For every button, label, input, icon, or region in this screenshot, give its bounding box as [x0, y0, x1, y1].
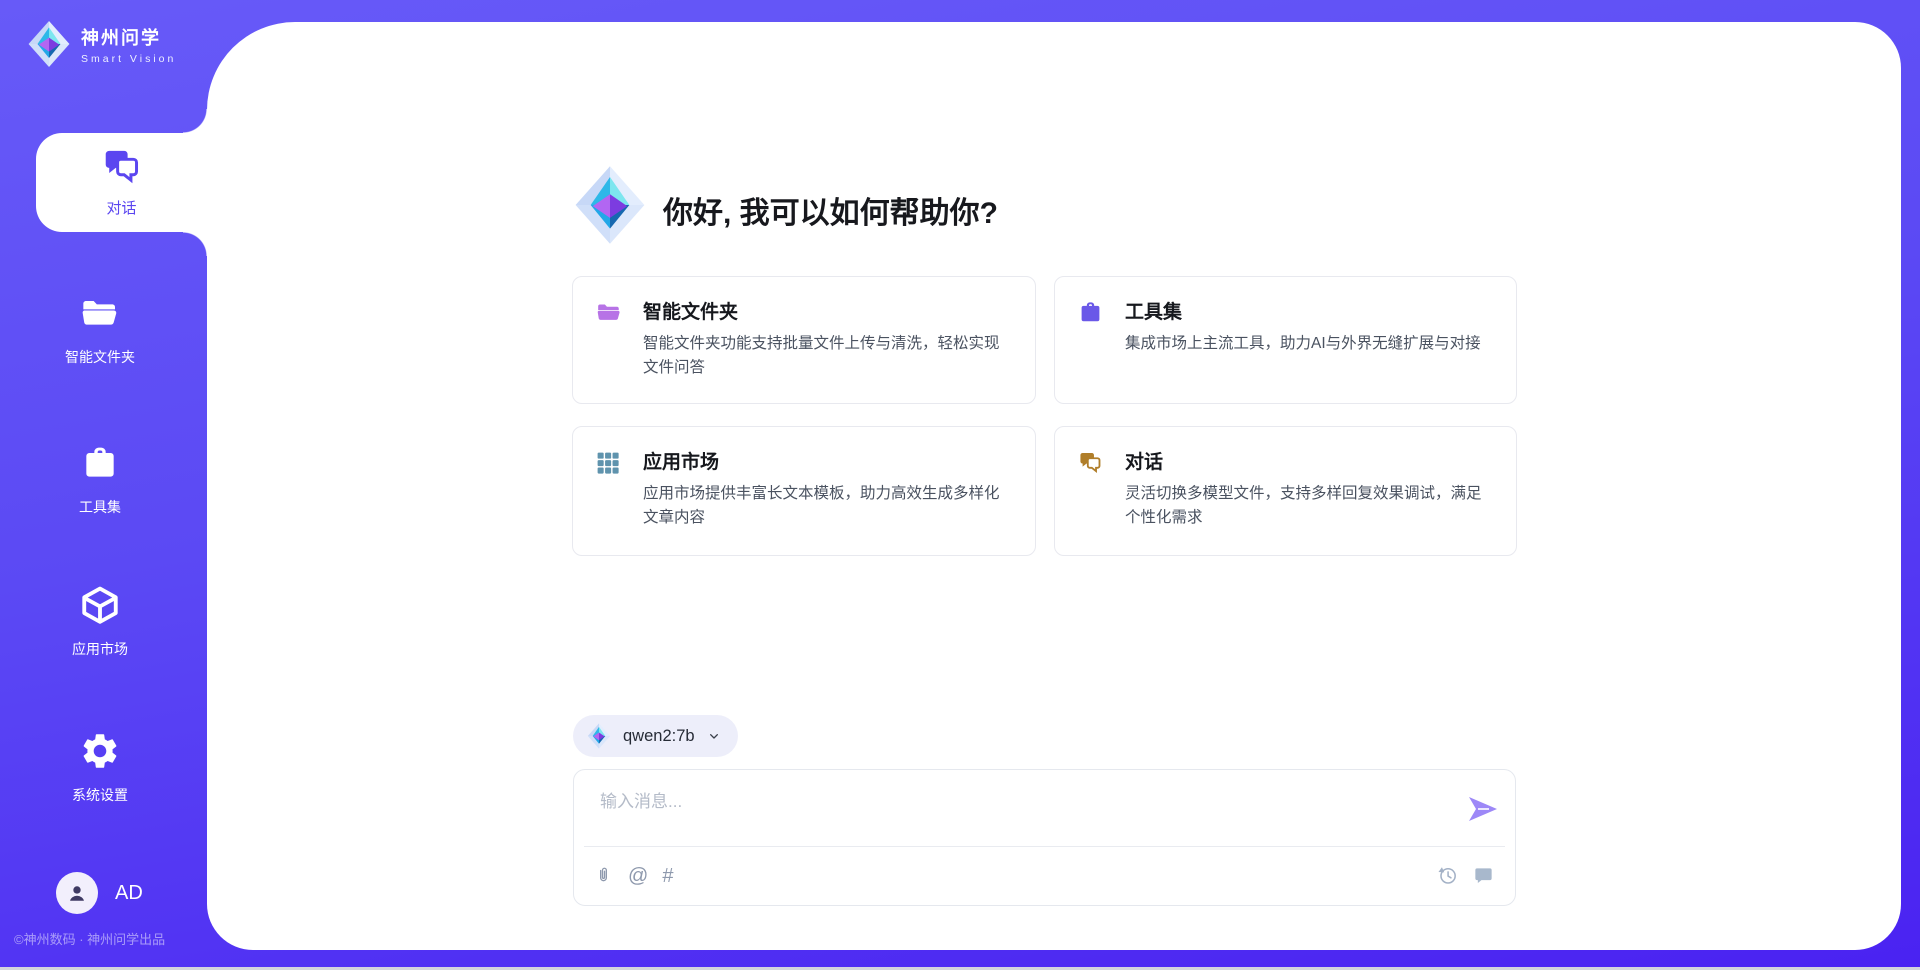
gear-icon [79, 730, 121, 772]
model-selector[interactable]: qwen2:7b [573, 715, 738, 757]
composer-toolbar: @ # [594, 864, 1495, 887]
card-description: 集成市场上主流工具，助力AI与外界无缝扩展与对接 [1125, 332, 1494, 356]
app-window: 神州问学 Smart Vision 对话 智能文件夹 工具集 应用市场 系统设置 [0, 0, 1920, 970]
card-title: 应用市场 [643, 447, 719, 474]
card-smart-folder[interactable]: 智能文件夹 智能文件夹功能支持批量文件上传与清洗，轻松实现文件问答 [572, 276, 1036, 404]
send-button[interactable] [1467, 796, 1499, 825]
main-panel: 你好, 我可以如何帮助你? 智能文件夹 智能文件夹功能支持批量文件上传与清洗，轻… [207, 22, 1901, 950]
paperclip-icon [594, 865, 614, 887]
sidebar-item-label: 对话 [36, 197, 207, 218]
greeting-logo-icon [571, 162, 649, 248]
at-icon: @ [628, 866, 648, 886]
card-description: 应用市场提供丰富长文本模板，助力高效生成多样化文章内容 [643, 482, 1013, 530]
model-logo-icon [586, 722, 612, 750]
brand: 神州问学 Smart Vision [26, 18, 176, 70]
toolbox-icon [1077, 300, 1104, 326]
copyright: ©神州数码 · 神州问学出品 [14, 929, 165, 948]
avatar [56, 872, 98, 914]
sidebar: 神州问学 Smart Vision 对话 智能文件夹 工具集 应用市场 系统设置 [0, 0, 207, 970]
brand-name: 神州问学 [81, 24, 176, 50]
card-app-market[interactable]: 应用市场 应用市场提供丰富长文本模板，助力高效生成多样化文章内容 [572, 426, 1036, 556]
attach-file-button[interactable] [594, 865, 614, 887]
sidebar-item-label: 智能文件夹 [0, 347, 200, 367]
user-name: AD [115, 882, 143, 905]
chat-icon [101, 146, 143, 188]
cube-icon [79, 584, 121, 626]
comment-button[interactable] [1472, 864, 1495, 887]
person-icon [64, 880, 90, 906]
composer-divider [584, 846, 1505, 847]
card-title: 智能文件夹 [643, 297, 738, 324]
chevron-down-icon [706, 728, 722, 744]
sidebar-item-chat[interactable]: 对话 [36, 133, 207, 232]
tab-fillet-top [183, 109, 207, 133]
card-title: 工具集 [1125, 297, 1182, 324]
topic-button[interactable]: # [662, 866, 673, 886]
tab-fillet-bottom [183, 232, 207, 256]
sidebar-item-toolset[interactable]: 工具集 [0, 444, 200, 517]
model-name: qwen2:7b [623, 727, 695, 746]
card-description: 智能文件夹功能支持批量文件上传与清洗，轻松实现文件问答 [643, 332, 1013, 380]
folder-icon [80, 294, 120, 334]
folder-icon [595, 300, 623, 326]
hash-icon: # [662, 866, 673, 886]
card-description: 灵活切换多模型文件，支持多样回复效果调试，满足个性化需求 [1125, 482, 1494, 530]
toolbox-icon [80, 444, 120, 484]
composer-left-tools: @ # [594, 865, 673, 887]
brand-subtitle: Smart Vision [81, 53, 176, 65]
grid-icon [595, 450, 621, 476]
sidebar-item-app-market[interactable]: 应用市场 [0, 584, 200, 659]
message-input[interactable] [600, 792, 1420, 812]
feature-cards: 智能文件夹 智能文件夹功能支持批量文件上传与清洗，轻松实现文件问答 工具集 集成… [572, 276, 1517, 556]
sidebar-item-label: 系统设置 [0, 785, 200, 805]
sidebar-item-settings[interactable]: 系统设置 [0, 730, 200, 805]
brand-logo-icon [26, 18, 72, 70]
send-icon [1467, 796, 1499, 822]
history-button[interactable] [1436, 864, 1459, 887]
user-menu[interactable]: AD [56, 872, 143, 914]
history-icon [1436, 864, 1459, 887]
brand-text: 神州问学 Smart Vision [81, 24, 176, 65]
sidebar-item-label: 工具集 [0, 497, 200, 517]
mention-button[interactable]: @ [628, 866, 648, 886]
chat-icon [1077, 450, 1104, 476]
sidebar-item-label: 应用市场 [0, 639, 200, 659]
card-toolset[interactable]: 工具集 集成市场上主流工具，助力AI与外界无缝扩展与对接 [1054, 276, 1517, 404]
composer-right-tools [1436, 864, 1495, 887]
greeting-title: 你好, 我可以如何帮助你? [663, 188, 998, 232]
card-title: 对话 [1125, 447, 1163, 474]
sidebar-item-smart-folder[interactable]: 智能文件夹 [0, 294, 200, 367]
comment-icon [1472, 864, 1495, 887]
message-composer: @ # [573, 769, 1516, 906]
card-chat[interactable]: 对话 灵活切换多模型文件，支持多样回复效果调试，满足个性化需求 [1054, 426, 1517, 556]
